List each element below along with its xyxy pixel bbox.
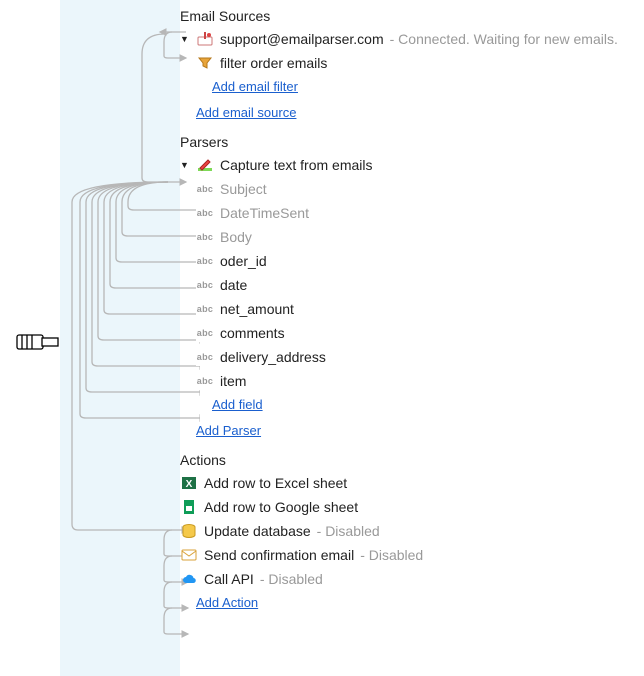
abc-icon: abc bbox=[196, 276, 214, 294]
abc-icon: abc bbox=[196, 252, 214, 270]
parser-field-item[interactable]: abcitem bbox=[180, 369, 644, 393]
parser-field-label: delivery_address bbox=[220, 349, 326, 365]
filter-icon bbox=[196, 54, 214, 72]
svg-text:X: X bbox=[186, 479, 193, 490]
email-source-status: - Connected. Waiting for new emails. bbox=[390, 31, 618, 47]
action-icon bbox=[180, 546, 198, 564]
add-email-source-link[interactable]: Add email source bbox=[196, 105, 296, 120]
section-title-parsers: Parsers bbox=[180, 134, 644, 150]
chevron-down-icon[interactable]: ▼ bbox=[180, 160, 190, 170]
action-status: - Disabled bbox=[317, 523, 380, 539]
email-filter-item[interactable]: filter order emails bbox=[180, 51, 644, 75]
parser-field-item[interactable]: abcdate bbox=[180, 273, 644, 297]
parser-field-label: comments bbox=[220, 325, 285, 341]
action-label: Update database bbox=[204, 523, 311, 539]
abc-icon: abc bbox=[196, 300, 214, 318]
action-label: Call API bbox=[204, 571, 254, 587]
parser-field-label: net_amount bbox=[220, 301, 294, 317]
add-email-filter-link[interactable]: Add email filter bbox=[212, 79, 298, 94]
action-icon bbox=[180, 522, 198, 540]
parser-field-label: oder_id bbox=[220, 253, 267, 269]
section-title-email-sources: Email Sources bbox=[180, 8, 644, 24]
abc-icon: abc bbox=[196, 324, 214, 342]
add-parser-link[interactable]: Add Parser bbox=[196, 423, 261, 438]
parser-label: Capture text from emails bbox=[220, 157, 373, 173]
email-filter-label: filter order emails bbox=[220, 55, 327, 71]
action-item[interactable]: X Add row to Excel sheet bbox=[180, 471, 644, 495]
abc-icon: abc bbox=[196, 348, 214, 366]
add-field-link[interactable]: Add field bbox=[212, 397, 263, 412]
parser-field-label: item bbox=[220, 373, 246, 389]
parser-field-label: date bbox=[220, 277, 247, 293]
parser-field-item[interactable]: abc net_amount bbox=[180, 297, 644, 321]
action-status: - Disabled bbox=[260, 571, 323, 587]
abc-icon: abc bbox=[196, 204, 214, 222]
parser-field-item[interactable]: abc comments bbox=[180, 321, 644, 345]
chevron-down-icon[interactable]: ▼ bbox=[180, 34, 190, 44]
section-title-actions: Actions bbox=[180, 452, 644, 468]
parser-field-item[interactable]: abc Body bbox=[180, 225, 644, 249]
abc-icon: abc bbox=[196, 180, 214, 198]
parser-field-label: Body bbox=[220, 229, 252, 245]
email-source-item[interactable]: ▼ support@emailparser.com - Connected. W… bbox=[180, 27, 644, 51]
email-source-label: support@emailparser.com bbox=[220, 31, 384, 47]
action-item[interactable]: Update database - Disabled bbox=[180, 519, 644, 543]
action-icon: X bbox=[180, 474, 198, 492]
parser-field-label: Subject bbox=[220, 181, 267, 197]
abc-icon: abc bbox=[196, 228, 214, 246]
highlighter-icon bbox=[196, 156, 214, 174]
parser-item[interactable]: ▼ Capture text from emails bbox=[180, 153, 644, 177]
action-icon bbox=[180, 570, 198, 588]
parser-field-item[interactable]: abc Subject bbox=[180, 177, 644, 201]
action-label: Send confirmation email bbox=[204, 547, 354, 563]
abc-icon: abc bbox=[196, 372, 214, 390]
pointer-hand-icon bbox=[16, 326, 60, 361]
parser-field-item[interactable]: abc DateTimeSent bbox=[180, 201, 644, 225]
add-action-link[interactable]: Add Action bbox=[196, 595, 258, 610]
action-label: Add row to Google sheet bbox=[204, 499, 358, 515]
parser-field-item[interactable]: abc delivery_address bbox=[180, 345, 644, 369]
action-label: Add row to Excel sheet bbox=[204, 475, 347, 491]
parser-field-item[interactable]: abc oder_id bbox=[180, 249, 644, 273]
action-item[interactable]: Add row to Google sheet bbox=[180, 495, 644, 519]
mailbox-icon bbox=[196, 30, 214, 48]
action-icon bbox=[180, 498, 198, 516]
action-status: - Disabled bbox=[360, 547, 423, 563]
action-item[interactable]: Send confirmation email - Disabled bbox=[180, 543, 644, 567]
parser-field-label: DateTimeSent bbox=[220, 205, 309, 221]
action-item[interactable]: Call API - Disabled bbox=[180, 567, 644, 591]
